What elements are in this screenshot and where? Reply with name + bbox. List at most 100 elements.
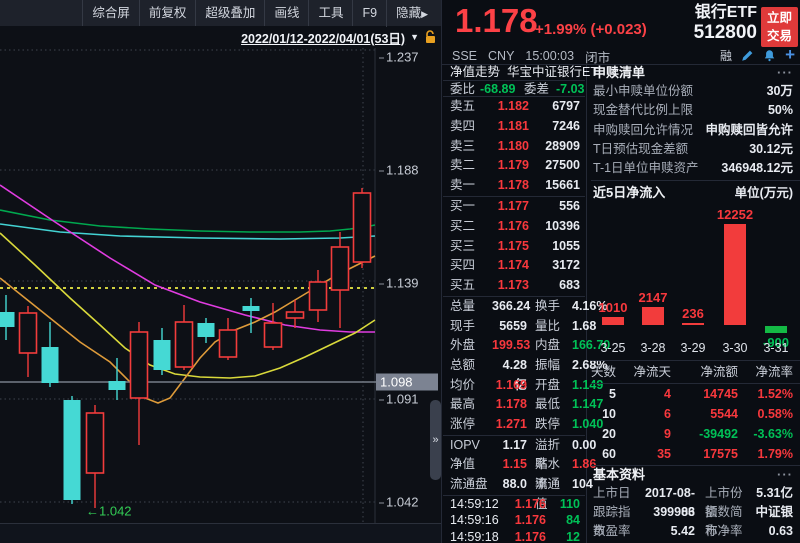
stat-row-5-label-l: 均价 bbox=[450, 377, 476, 392]
ft-amount: 5544 bbox=[710, 407, 738, 422]
bid-row-4[interactable]: 买四 1.174 3172 bbox=[443, 256, 585, 276]
bid-row-2[interactable]: 买二 1.176 10396 bbox=[443, 217, 585, 237]
stat-row-2-label-r: 量比 bbox=[535, 318, 561, 333]
flow-table-row-60: 60 35 17575 1.79% bbox=[591, 444, 800, 464]
stat-row-1-value-l: 366.24 bbox=[492, 298, 531, 313]
symbol-name: 银行ETF bbox=[694, 4, 757, 21]
ask-row-5-label: 卖五 bbox=[450, 99, 476, 113]
bid-row-5-price: 1.173 bbox=[497, 278, 529, 293]
bid-row-3[interactable]: 买三 1.175 1055 bbox=[443, 237, 585, 257]
chevron-down-icon[interactable]: ▼ bbox=[410, 32, 419, 42]
bid-row-3-price: 1.175 bbox=[497, 238, 529, 253]
ask-row-2-volume: 27500 bbox=[545, 158, 580, 173]
bid-row-1[interactable]: 买一 1.177 556 bbox=[443, 197, 585, 217]
tab-net-value-trend[interactable]: 净值走势 bbox=[450, 64, 500, 80]
subscription-row-1: 最小申赎单位份额 30万 bbox=[591, 82, 800, 101]
fund-name-label[interactable]: 华宝中证银行ET bbox=[507, 64, 598, 80]
stats-grid: 总量 366.24 换手 4.16% 现手 5659 量比 1.68 外盘 199.53 内盘 166… bbox=[443, 297, 610, 436]
flow-bar-3-30 bbox=[724, 224, 746, 326]
menu-item-5[interactable]: 工具 bbox=[308, 0, 352, 26]
subscription-label: 最小申赎单位份额 bbox=[593, 84, 694, 98]
lock-icon[interactable] bbox=[424, 30, 437, 44]
quote-time: 15:00:03 bbox=[525, 49, 575, 63]
weibi-label: 委比 bbox=[450, 82, 476, 96]
stat-row-6: 最高 1.178 最低 1.147 bbox=[443, 395, 603, 415]
more-dots-icon[interactable]: ··· bbox=[777, 64, 793, 82]
menu-item-3[interactable]: 超级叠加 bbox=[195, 0, 264, 26]
ask-row-3-price: 1.180 bbox=[497, 138, 529, 153]
ft-net-days: 4 bbox=[664, 387, 671, 402]
header-icons: 融 + bbox=[720, 46, 795, 64]
stat-row-6-label-r: 最低 bbox=[535, 397, 561, 412]
basic-info-row-1: 上市日 2017-08-03 上市份额 5.31亿 bbox=[591, 484, 800, 519]
bid-row-1-price: 1.177 bbox=[497, 198, 529, 213]
ask-row-4[interactable]: 卖四 1.181 7246 bbox=[443, 117, 585, 137]
weibi-value: -68.89 bbox=[480, 82, 516, 96]
market-status: 闭市 bbox=[585, 50, 611, 65]
basic-info-rows: 上市日 2017-08-03 上市份额 5.31亿 跟踪指数 399986 指数简称 中证银市… bbox=[591, 484, 800, 541]
date-range-selector[interactable]: 2022/01/12-2022/04/01(53日) bbox=[241, 28, 405, 47]
crosshair-price-tag: 1.098 bbox=[376, 373, 438, 391]
subscription-title: 申赎清单 bbox=[593, 65, 646, 80]
subscription-row-4: T日预估现金差额 30.12元 bbox=[591, 140, 800, 159]
stat2-row-1: IOPV 1.17 溢折率 0.00 bbox=[443, 436, 596, 472]
trade-now-button[interactable]: 立即 交易 bbox=[761, 7, 798, 47]
stat-row-7: 涨停 1.271 跌停 1.040 bbox=[443, 415, 603, 435]
ft-rate: 1.79% bbox=[757, 447, 793, 462]
bell-icon[interactable] bbox=[763, 49, 776, 62]
pencil-icon[interactable] bbox=[741, 49, 754, 62]
subscription-value: 50% bbox=[767, 103, 793, 118]
subscription-value: 30.12元 bbox=[749, 141, 793, 156]
axis-label-1.237: 1.237 bbox=[379, 50, 434, 65]
tick-price: 1.176 bbox=[514, 513, 546, 528]
margin-badge: 融 bbox=[720, 48, 733, 63]
kline-chart[interactable]: 1.237 1.188 1.139 1.091 1.042 1.098 ←1.042 » bbox=[0, 48, 441, 523]
weibi-row: 委比 -68.89 委差 -7.03 bbox=[443, 81, 585, 97]
orderbook-column: 净值走势 华宝中证银行ET 委比 -68.89 委差 -7.03 卖五 1.182… bbox=[443, 64, 610, 543]
stat-row-6-label-l: 最高 bbox=[450, 397, 476, 412]
ask-row-3[interactable]: 卖三 1.180 28909 bbox=[443, 137, 585, 157]
stat-row-1-label-r: 换手 bbox=[535, 298, 561, 313]
flow-bar-3-31 bbox=[765, 326, 787, 334]
subscription-value: 30万 bbox=[766, 84, 793, 98]
add-watchlist-icon[interactable]: + bbox=[785, 46, 795, 63]
stat2-row-3: 流通盘 88.0 流通值 104 bbox=[443, 475, 593, 511]
ask-row-5[interactable]: 卖五 1.182 6797 bbox=[443, 97, 585, 117]
flow-table: 天数 净流天 净流额 净流率 5 4 14745 1.52% 10 6 5544 0.58% 20 9 -3… bbox=[591, 360, 800, 464]
flow-table-header: 天数 净流天 净流额 净流率 bbox=[591, 361, 800, 385]
menu-item-6[interactable]: F9 bbox=[352, 0, 386, 26]
exchange-label: SSE bbox=[452, 49, 478, 63]
stat-row-3-label-r: 内盘 bbox=[535, 338, 561, 353]
menu-item-4[interactable]: 画线 bbox=[264, 0, 308, 26]
ask-row-1-label: 卖一 bbox=[450, 178, 476, 193]
low-price-annotation: ←1.042 bbox=[86, 503, 132, 519]
stat-row-1-label-l: 总量 bbox=[450, 298, 476, 313]
ft-days: 60 bbox=[602, 447, 616, 462]
flow-bar-value: 2147 bbox=[638, 290, 668, 306]
stat-row-7-label-r: 跌停 bbox=[535, 417, 561, 432]
stat-row-6-value-l: 1.178 bbox=[495, 397, 527, 412]
menu-item-7[interactable]: 隐藏▶ bbox=[386, 0, 441, 27]
basic-info-row-2: 跟踪指数 399986 指数简称 中证银 bbox=[591, 503, 800, 538]
ask-row-2-price: 1.179 bbox=[497, 158, 529, 173]
lower-pane-strip bbox=[0, 523, 441, 543]
flow-bar-value: 236 bbox=[682, 306, 704, 322]
menu-item-2[interactable]: 前复权 bbox=[138, 0, 196, 26]
ft-rate: -3.63% bbox=[753, 427, 793, 442]
flow-bar-3-29 bbox=[682, 323, 704, 326]
subscription-row-2: 现金替代比例上限 50% bbox=[591, 101, 800, 120]
ft-rate: 1.52% bbox=[757, 387, 793, 402]
collapse-panel-handle[interactable]: » bbox=[430, 400, 441, 480]
bi-value-l: 5.42 bbox=[670, 524, 695, 539]
tick-row-1: 14:59:12 1.176 110 bbox=[443, 496, 585, 512]
tick-price: 1.176 bbox=[514, 496, 546, 511]
bid-row-5[interactable]: 买五 1.173 683 bbox=[443, 276, 585, 296]
ask-row-5-volume: 6797 bbox=[552, 99, 580, 113]
ask-row-2[interactable]: 卖二 1.179 27500 bbox=[443, 156, 585, 176]
ask-row-1[interactable]: 卖一 1.178 15661 bbox=[443, 176, 585, 196]
more-dots-icon[interactable]: ··· bbox=[777, 466, 793, 484]
bid-row-4-label: 买四 bbox=[450, 258, 476, 273]
chart-region: 综合屏 前复权 超级叠加 画线 工具 F9 隐藏▶ 2022/01/12-2022/04/0… bbox=[0, 0, 441, 543]
weicha-value: -7.03 bbox=[556, 82, 585, 96]
menu-item-1[interactable]: 综合屏 bbox=[82, 0, 139, 26]
